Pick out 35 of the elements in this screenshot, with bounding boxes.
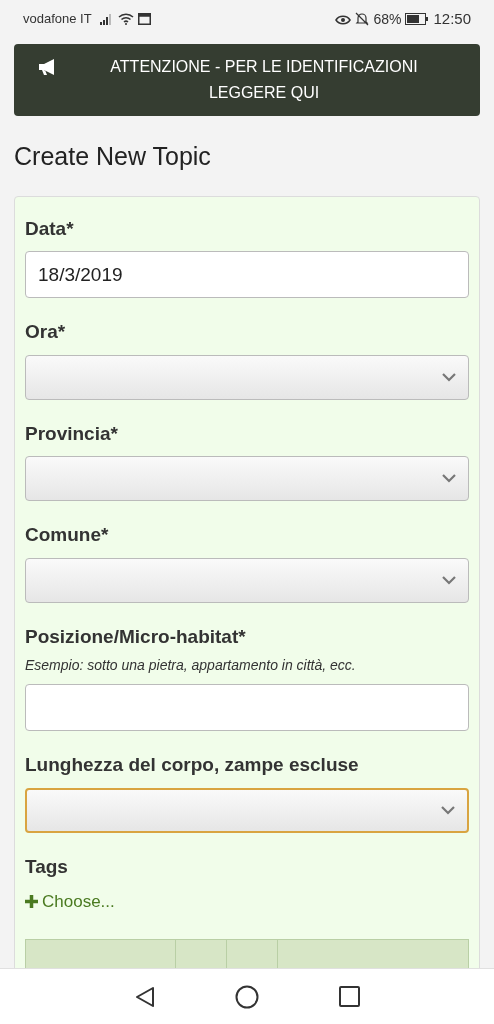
chevron-down-icon [441,805,455,815]
battery-icon [405,13,430,25]
select-field[interactable] [25,354,469,400]
home-icon[interactable] [234,984,259,1009]
chevron-down-icon [442,575,456,585]
field-label: Ora* [25,320,67,344]
field-label: Comune* [25,523,110,547]
field-label: Data* [25,216,75,241]
back-icon[interactable] [134,985,155,1008]
field-label: Provincia* [25,421,119,446]
announcement-banner[interactable]: ATTENZIONE - PER LE IDENTIFICAZIONI LEGGERE QUI [14,44,480,116]
tags-label: Tags [25,854,69,879]
recents-icon[interactable] [338,986,360,1007]
select-field[interactable] [25,557,469,603]
field-label: Lunghezza del corpo, zampe escluse [25,753,360,777]
carrier-name: vodafone IT [23,10,92,29]
field-label: Posizione/Micro-habitat* [25,624,247,649]
select-field[interactable] [25,456,469,501]
battery-percent: 68% [373,9,402,29]
eye-icon [335,13,352,25]
text-field[interactable] [25,684,469,731]
banner-text: ATTENZIONE - PER LE IDENTIFICAZIONI LEGGERE QUI [109,57,419,103]
plus-icon [25,895,38,909]
clock-time: 12:50 [433,8,471,29]
choose-tags-link[interactable]: Choose... [25,889,115,915]
wifi-icon [117,13,134,25]
field-hint: Esempio: sotto una pietra, appartamento in città, ecc. [25,656,357,675]
chevron-down-icon [442,372,456,382]
text-field[interactable]: 18/3/2019 [25,251,469,298]
chevron-down-icon [442,474,456,483]
page-title: Create New Topic [13,141,212,172]
select-field[interactable] [25,787,469,833]
muted-bell-icon [355,12,370,26]
calendar-icon [137,13,151,25]
signal-icon [99,13,114,25]
